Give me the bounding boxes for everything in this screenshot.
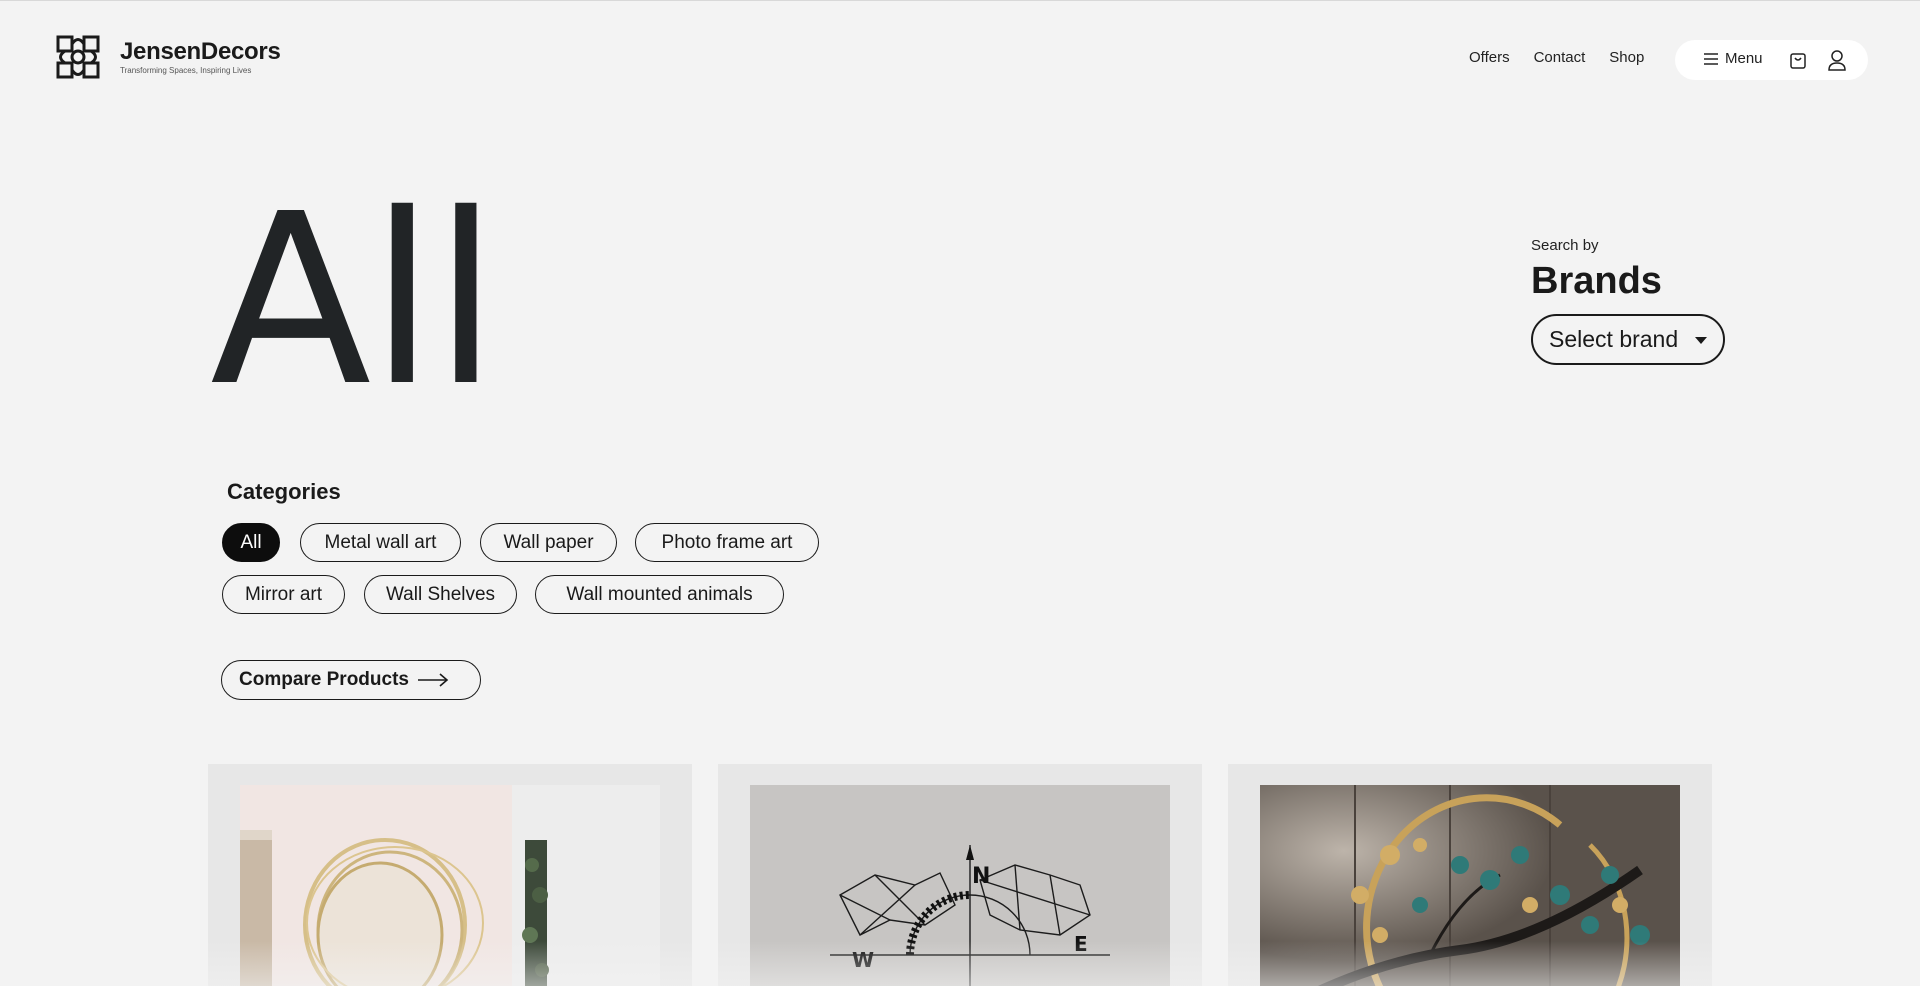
page-title: All — [210, 163, 499, 438]
category-chip-wall-paper[interactable]: Wall paper — [480, 523, 617, 562]
category-chip-metal-wall-art[interactable]: Metal wall art — [300, 523, 461, 562]
site-header: JensenDecors Transforming Spaces, Inspir… — [0, 1, 1920, 117]
account-button[interactable] — [1827, 49, 1847, 76]
nav-link-shop[interactable]: Shop — [1609, 49, 1644, 66]
menu-label: Menu — [1725, 50, 1763, 67]
compare-products-label: Compare Products — [239, 669, 409, 690]
product-card[interactable] — [208, 764, 692, 986]
menu-button[interactable]: Menu — [1703, 50, 1763, 67]
brand-tagline: Transforming Spaces, Inspiring Lives — [120, 65, 252, 75]
cart-button[interactable] — [1789, 50, 1807, 75]
svg-text:W: W — [852, 948, 874, 972]
user-icon — [1828, 50, 1846, 71]
brands-heading: Brands — [1531, 260, 1662, 302]
knot-logo-icon — [56, 35, 100, 79]
compare-products-button[interactable]: Compare Products — [221, 660, 481, 700]
product-image-mirror[interactable] — [240, 785, 660, 986]
categories-heading: Categories — [227, 479, 341, 504]
category-chip-wall-mounted-animals[interactable]: Wall mounted animals — [535, 575, 784, 614]
nav-link-offers[interactable]: Offers — [1469, 49, 1510, 66]
brand-select-value: Select brand — [1549, 326, 1679, 352]
brand-select-dropdown[interactable]: Select brand — [1531, 314, 1725, 365]
header-actions: Menu — [1675, 40, 1868, 80]
product-card[interactable] — [1228, 764, 1712, 986]
product-image-world-map[interactable]: N W E — [750, 785, 1170, 986]
product-image-ginkgo-tree[interactable] — [1260, 785, 1680, 986]
main-nav: Offers Contact Shop — [1469, 49, 1644, 66]
shopping-bag-icon — [1790, 53, 1806, 69]
category-chip-photo-frame-art[interactable]: Photo frame art — [635, 523, 819, 562]
brand-name: JensenDecors — [120, 37, 281, 65]
svg-text:E: E — [1074, 932, 1088, 956]
arrow-right-icon — [417, 673, 449, 687]
category-chip-mirror-art[interactable]: Mirror art — [222, 575, 345, 614]
brand-search: Search by Brands Select brand — [1531, 237, 1725, 365]
category-chip-wall-shelves[interactable]: Wall Shelves — [364, 575, 517, 614]
svg-text:N: N — [972, 864, 990, 889]
category-chip-all[interactable]: All — [222, 523, 280, 562]
caret-down-icon — [1695, 337, 1707, 344]
search-by-label: Search by — [1531, 237, 1599, 254]
hamburger-icon — [1704, 52, 1718, 65]
nav-link-contact[interactable]: Contact — [1534, 49, 1586, 66]
product-card[interactable]: N W E — [718, 764, 1202, 986]
brand-logo[interactable]: JensenDecors Transforming Spaces, Inspir… — [50, 29, 281, 85]
